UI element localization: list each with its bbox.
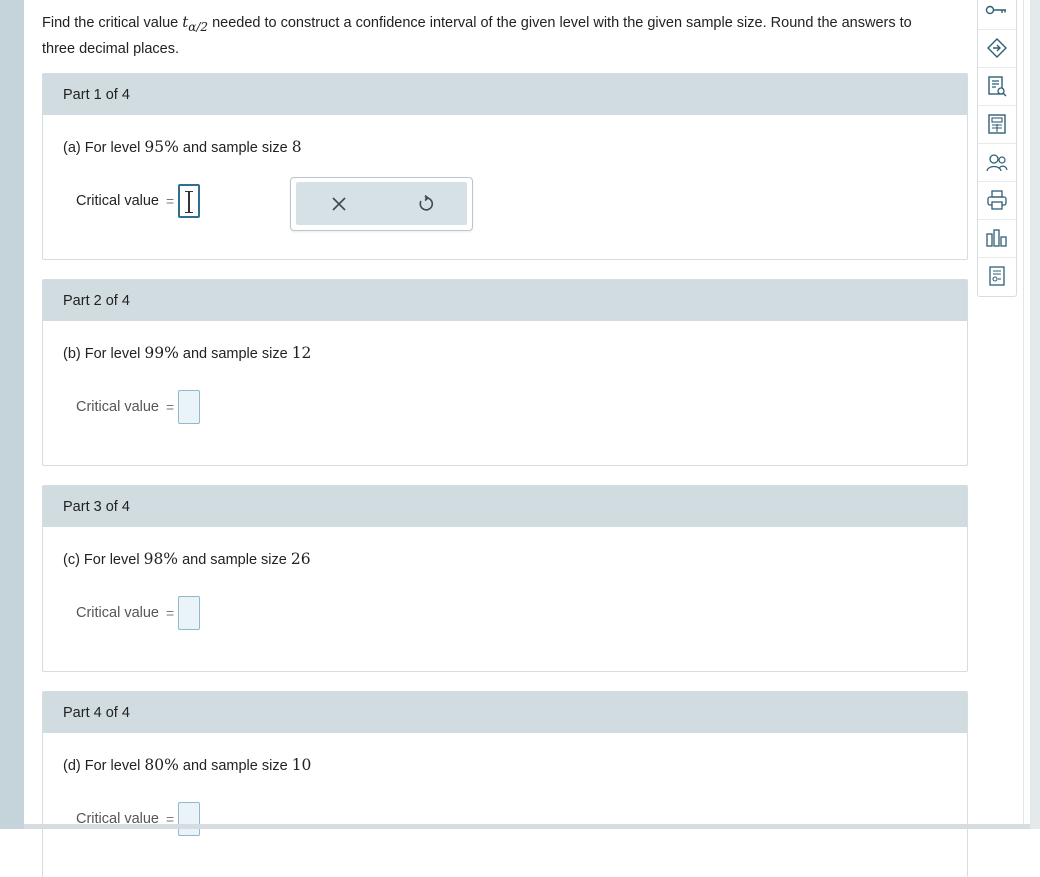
clear-button[interactable] <box>325 190 353 218</box>
part-2-card: Part 2 of 4 (b) For level 99% and sample… <box>42 279 968 466</box>
prompt-text: and sample size <box>182 346 288 362</box>
print-icon <box>987 190 1007 210</box>
prompt-text: and sample size <box>182 140 288 156</box>
equals-sign: = <box>166 399 175 415</box>
textbook-button[interactable] <box>978 67 1016 106</box>
part-3-answer-row: Critical value = <box>76 596 201 630</box>
part-4-prompt: (d) For level 80% and sample size 10 <box>63 756 311 774</box>
part-4-card: Part 4 of 4 (d) For level 80% and sample… <box>42 691 968 877</box>
prompt-text: (a) For level <box>63 140 141 156</box>
undo-button[interactable] <box>411 190 439 218</box>
left-rail <box>0 0 24 829</box>
textbook-icon <box>988 76 1007 97</box>
scrollbar-track[interactable] <box>1030 0 1040 829</box>
prompt-text: (c) For level <box>63 552 140 568</box>
question-text: Find the critical value tα/2 needed to c… <box>42 9 942 62</box>
horizontal-scrollbar[interactable] <box>24 824 1030 829</box>
part-3-answer-input[interactable] <box>178 596 201 630</box>
prompt-text: (b) For level <box>63 346 141 362</box>
part-4-header: Part 4 of 4 <box>43 692 967 733</box>
equals-sign: = <box>166 193 175 209</box>
part-2-header: Part 2 of 4 <box>43 280 967 321</box>
tag-button[interactable] <box>978 29 1016 68</box>
level-value: 98% <box>143 550 179 568</box>
level-value: 99% <box>144 344 179 362</box>
part-3-card: Part 3 of 4 (c) For level 98% and sample… <box>42 485 968 672</box>
part-2-answer-input[interactable] <box>178 390 201 424</box>
toolpad-body <box>296 182 467 225</box>
sample-size-value: 10 <box>291 756 312 774</box>
sample-size-value: 26 <box>290 550 311 568</box>
part-1-answer-row: Critical value = <box>76 184 201 218</box>
print-button[interactable] <box>978 181 1016 220</box>
critical-value-label: Critical value <box>76 399 159 415</box>
undo-icon <box>419 195 434 211</box>
text-cursor <box>185 191 194 213</box>
prompt-text: (d) For level <box>63 758 141 774</box>
part-1-card: Part 1 of 4 (a) For level 95% and sample… <box>42 73 968 260</box>
part-2-prompt: (b) For level 99% and sample size 12 <box>63 344 311 362</box>
critical-value-label: Critical value <box>76 193 159 209</box>
calculator-icon <box>988 114 1006 134</box>
close-icon <box>332 197 346 211</box>
data-chart-button[interactable] <box>978 219 1016 258</box>
sample-size-value: 12 <box>291 344 312 362</box>
t-subscript: α/2 <box>188 20 209 34</box>
tag-icon <box>987 38 1007 58</box>
data-chart-icon <box>986 229 1007 247</box>
prompt-text: and sample size <box>182 552 287 568</box>
sample-size-value: 8 <box>291 138 302 156</box>
part-3-header: Part 3 of 4 <box>43 486 967 527</box>
question-intro: Find the critical value <box>42 15 179 31</box>
part-1-header: Part 1 of 4 <box>43 74 967 115</box>
divider <box>1023 0 1024 829</box>
part-3-prompt: (c) For level 98% and sample size 26 <box>63 550 311 568</box>
equals-sign: = <box>166 605 175 621</box>
part-2-answer-row: Critical value = <box>76 390 201 424</box>
key-icon <box>985 5 1006 15</box>
ask-instructor-button[interactable] <box>978 143 1016 182</box>
tool-sidebar <box>977 0 1017 297</box>
worksheet-icon <box>989 266 1005 286</box>
level-value: 95% <box>144 138 179 156</box>
worksheet-button[interactable] <box>978 257 1016 295</box>
prompt-text: and sample size <box>182 758 288 774</box>
level-value: 80% <box>144 756 179 774</box>
part-4-answer-input[interactable] <box>178 802 201 836</box>
calculator-button[interactable] <box>978 105 1016 144</box>
part-1-prompt: (a) For level 95% and sample size 8 <box>63 138 302 156</box>
key-button[interactable] <box>978 0 1016 30</box>
ask-instructor-icon <box>986 154 1008 172</box>
answer-toolpad <box>290 177 473 231</box>
critical-value-label: Critical value <box>76 605 159 621</box>
part-1-answer-input[interactable] <box>178 184 201 218</box>
part-4-answer-row: Critical value = <box>76 802 201 836</box>
